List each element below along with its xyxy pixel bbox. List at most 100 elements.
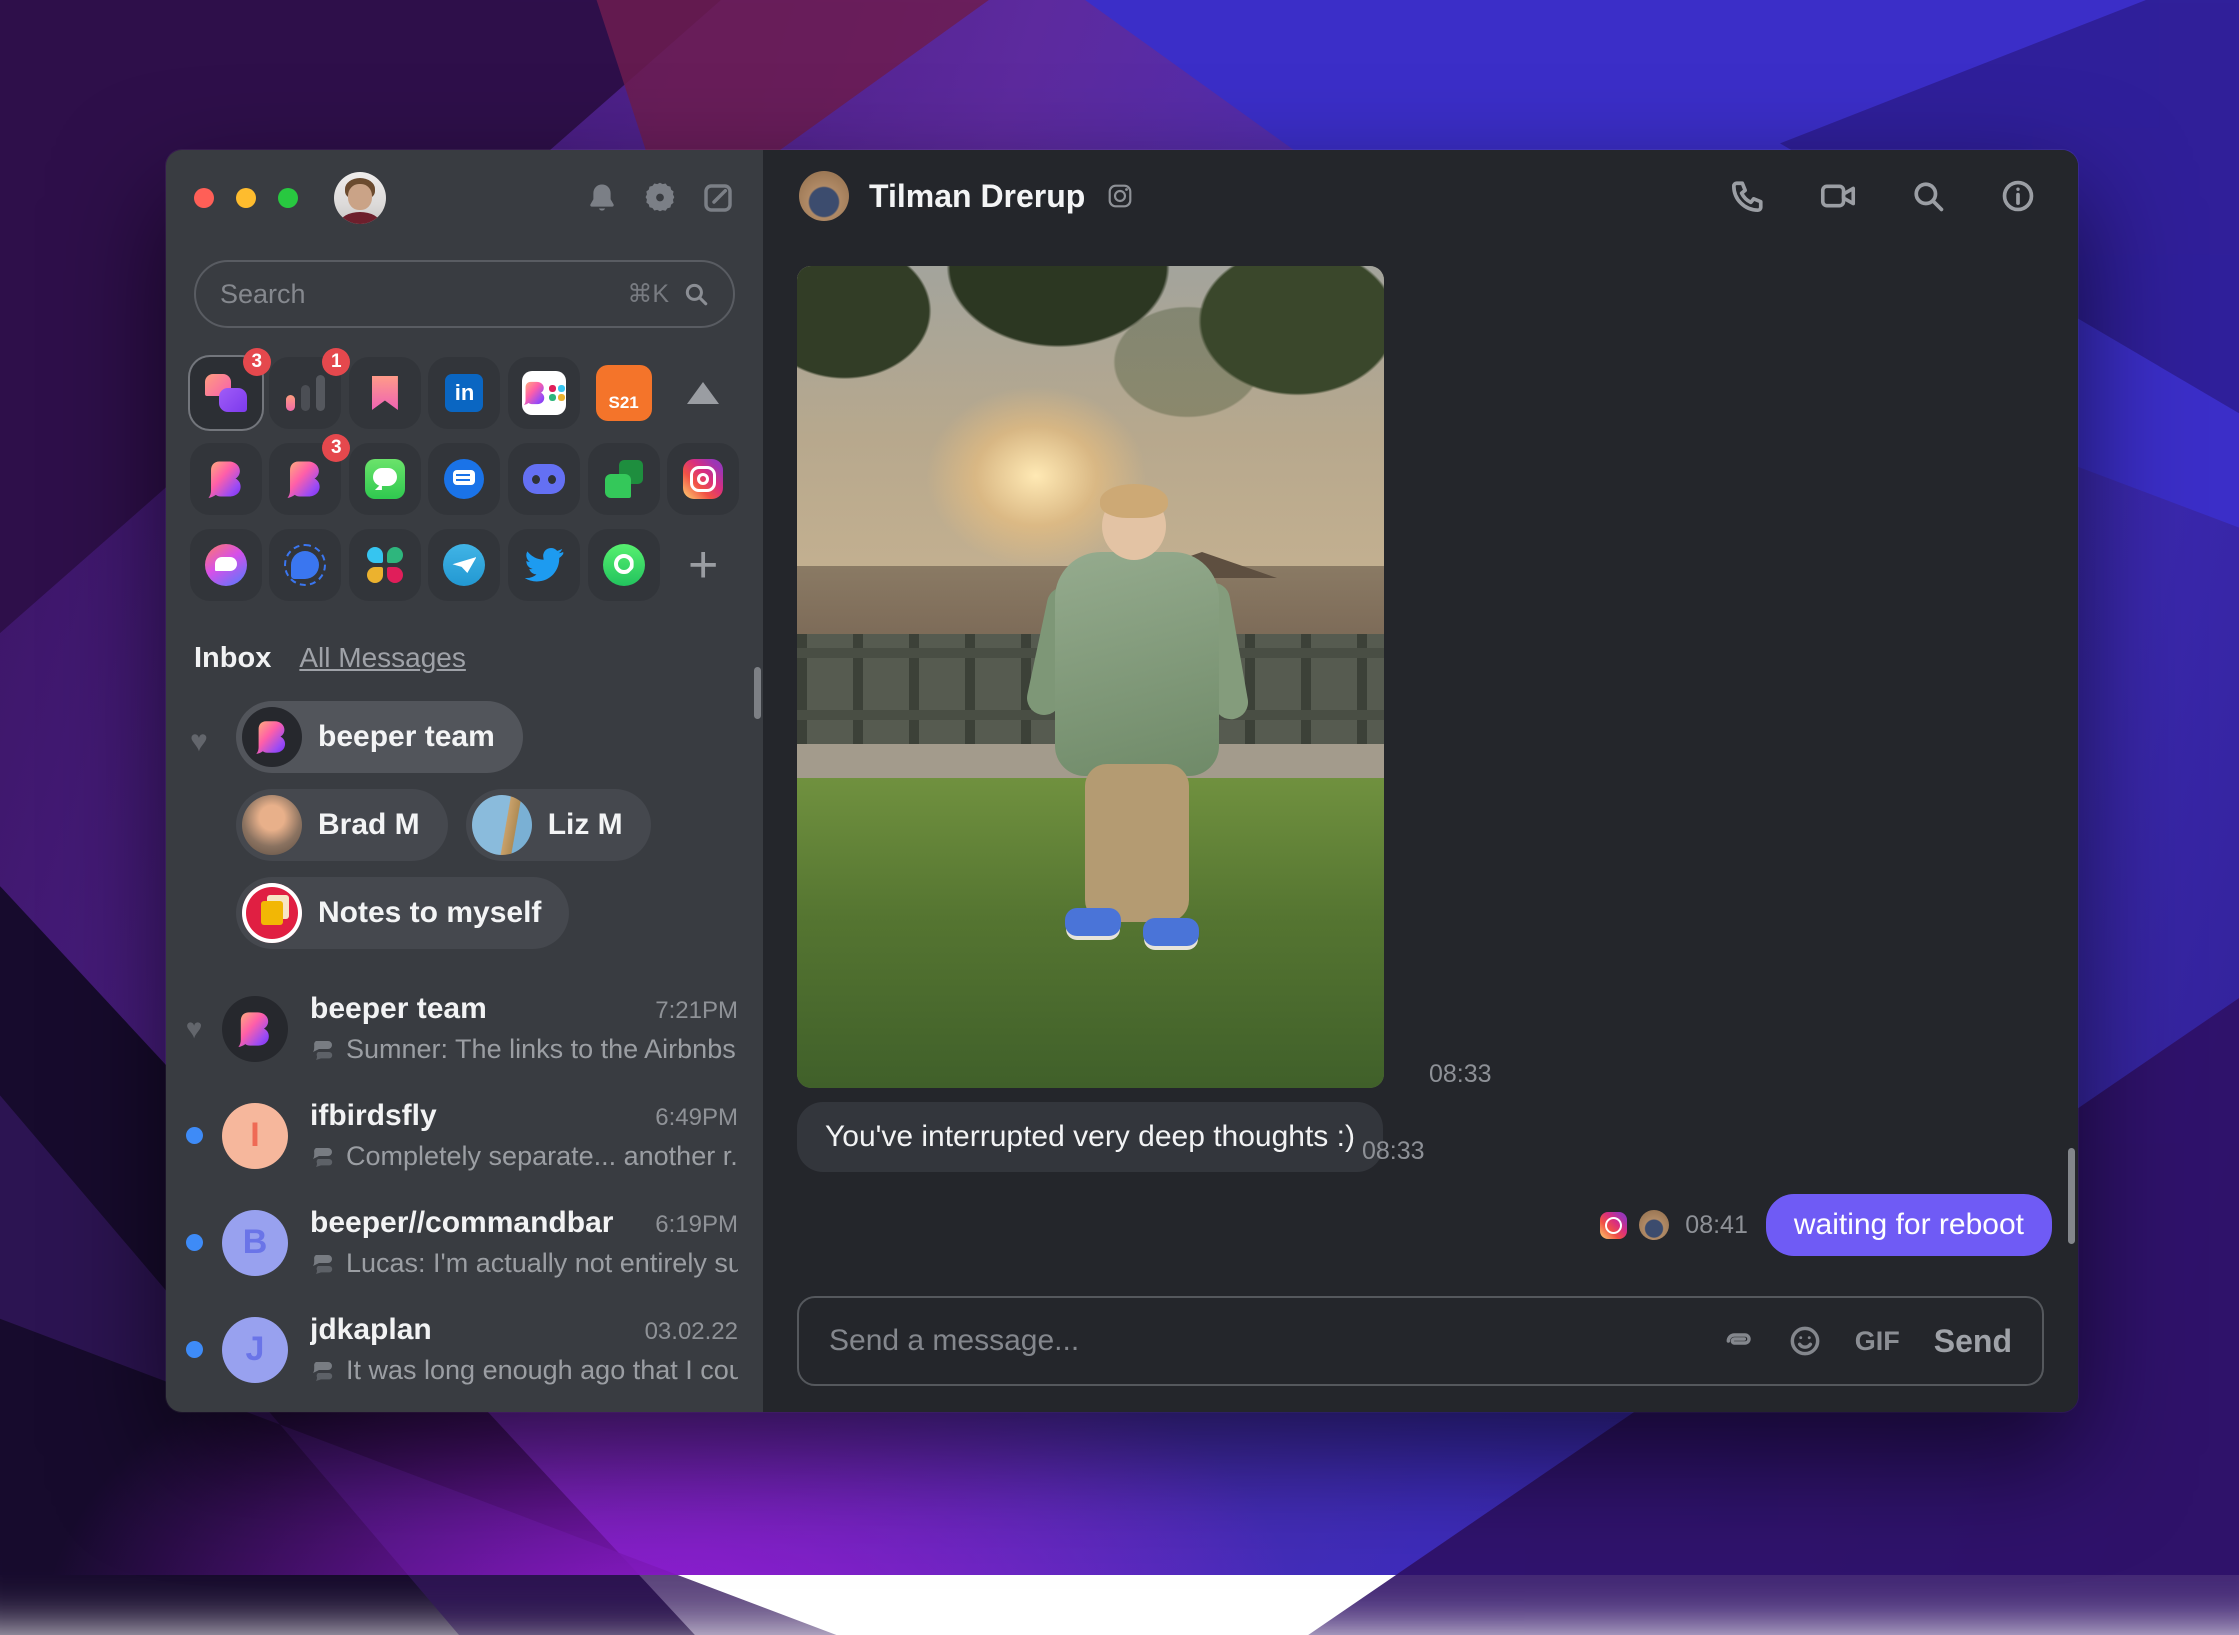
unread-badge: 3 — [322, 434, 350, 462]
avatar-initial: I — [250, 1116, 259, 1155]
all-messages-link[interactable]: All Messages — [299, 642, 466, 674]
network-tile-android-messages[interactable] — [428, 443, 500, 515]
chat-header-avatar[interactable] — [799, 171, 849, 221]
favorites-heart-icon: ♥ — [190, 725, 208, 759]
message-preview-icon — [310, 1254, 334, 1274]
search-shortcut: ⌘K — [627, 279, 669, 309]
network-tile-beeper-texts[interactable]: 3 — [190, 357, 262, 429]
profile-avatar[interactable] — [334, 172, 386, 224]
network-tile-beeper-2[interactable]: 3 — [269, 443, 341, 515]
sidebar: Search ⌘K 3 1 in — [166, 150, 763, 1412]
chat-name: beeper team — [310, 992, 643, 1026]
chat-info-button[interactable] — [1998, 176, 2038, 216]
outgoing-message-bubble[interactable]: waiting for reboot — [1766, 1194, 2052, 1256]
message-thread[interactable]: 08:33 You've interrupted very deep thoug… — [763, 242, 2078, 1288]
close-window-button[interactable] — [194, 188, 214, 208]
thread-scrollbar[interactable] — [2068, 1148, 2075, 1244]
network-tile-analytics[interactable]: 1 — [269, 357, 341, 429]
chat-avatar: J — [222, 1317, 288, 1383]
unread-dot — [186, 1341, 203, 1358]
beeper-icon — [207, 458, 245, 500]
message-composer[interactable]: Send a message... GIF Send — [797, 1296, 2044, 1386]
network-tile-beeper[interactable] — [190, 443, 262, 515]
read-receipt-avatar — [1639, 1210, 1669, 1240]
chat-panel: Tilman Drerup — [763, 150, 2078, 1412]
chat-row-beeper-commandbar[interactable]: B beeper//commandbar 6:19PM Lucas: I'm a… — [166, 1189, 763, 1296]
network-tile-discord[interactable] — [508, 443, 580, 515]
minimize-window-button[interactable] — [236, 188, 256, 208]
chat-name: ifbirdsfly — [310, 1099, 643, 1133]
compose-icon — [702, 182, 734, 214]
network-tile-beeper-spaces[interactable] — [508, 357, 580, 429]
linkedin-icon: in — [445, 374, 483, 412]
network-grid: 3 1 in S21 — [186, 350, 743, 608]
phone-icon — [1731, 179, 1765, 213]
network-tile-twitter[interactable] — [508, 529, 580, 601]
pinned-chip-liz-m[interactable]: Liz M — [466, 789, 651, 861]
search-in-chat-button[interactable] — [1908, 176, 1948, 216]
pinned-chip-brad-m[interactable]: Brad M — [236, 789, 448, 861]
settings-button[interactable] — [643, 181, 677, 215]
chat-preview: Completely separate... another r... — [346, 1141, 738, 1172]
zoom-window-button[interactable] — [278, 188, 298, 208]
network-tile-whatsapp[interactable] — [588, 529, 660, 601]
instagram-protocol-icon — [1107, 183, 1133, 209]
incoming-message-bubble[interactable]: You've interrupted very deep thoughts :) — [797, 1102, 1383, 1172]
network-tile-google-chat[interactable] — [588, 443, 660, 515]
network-tile-s21[interactable]: S21 — [588, 357, 660, 429]
message-preview-icon — [310, 1147, 334, 1167]
network-tile-imessage[interactable] — [349, 443, 421, 515]
pinned-chip-notes-to-myself[interactable]: Notes to myself — [236, 877, 569, 949]
discord-icon — [523, 464, 565, 494]
chat-row-beeper-team[interactable]: ♥ beeper team 7:21PM Sumner: The links t… — [166, 975, 763, 1082]
photo-art — [1055, 552, 1219, 776]
android-messages-icon — [444, 459, 484, 499]
attach-icon[interactable] — [1723, 1325, 1755, 1357]
titlebar-actions — [585, 181, 735, 215]
liz-m-avatar — [472, 795, 532, 855]
gif-button[interactable]: GIF — [1855, 1326, 1900, 1357]
new-chat-button[interactable] — [701, 181, 735, 215]
network-tile-telegram[interactable] — [428, 529, 500, 601]
pinned-chip-label: Notes to myself — [318, 896, 541, 930]
inbox-label: Inbox — [194, 642, 271, 675]
voice-call-button[interactable] — [1728, 176, 1768, 216]
google-chat-icon — [605, 460, 643, 498]
network-tile-bookmarks[interactable] — [349, 357, 421, 429]
network-tile-messenger[interactable] — [190, 529, 262, 601]
message-timestamp: 08:41 — [1685, 1211, 1748, 1240]
network-tile-linkedin[interactable]: in — [428, 357, 500, 429]
unread-badge: 1 — [322, 348, 350, 376]
chat-row-jdkaplan[interactable]: J jdkaplan 03.02.22 It was long enough a… — [166, 1296, 763, 1403]
network-tile-signal[interactable] — [269, 529, 341, 601]
avatar-art — [348, 184, 372, 210]
chat-row-ifbirdsfly[interactable]: I ifbirdsfly 6:49PM Completely separate.… — [166, 1082, 763, 1189]
search-input[interactable]: Search ⌘K — [194, 260, 735, 328]
analytics-icon — [286, 375, 325, 411]
chat-preview: Sumner: The links to the Airbnbs ... — [346, 1034, 738, 1065]
photo-message[interactable] — [797, 266, 1384, 1088]
chat-time: 6:49PM — [655, 1104, 738, 1132]
pinned-chip-beeper-team[interactable]: beeper team — [236, 701, 523, 773]
emoji-icon[interactable] — [1789, 1325, 1821, 1357]
network-tile-slack[interactable] — [349, 529, 421, 601]
search-icon — [1911, 179, 1945, 213]
slack-icon — [367, 547, 403, 583]
photo-art — [1143, 918, 1199, 946]
favorite-heart-icon: ♥ — [186, 1013, 203, 1045]
photo-art — [1100, 484, 1168, 518]
instagram-read-icon — [1600, 1212, 1627, 1239]
chat-row-beeper-commits[interactable]: beeper commits 8:17PM Beeper: Beeper And… — [166, 1403, 763, 1412]
chat-avatar: I — [222, 1103, 288, 1169]
imessage-icon — [365, 459, 405, 499]
avatar-initial: B — [243, 1223, 268, 1262]
send-button[interactable]: Send — [1934, 1323, 2012, 1360]
video-call-button[interactable] — [1818, 176, 1858, 216]
collapse-grid-button[interactable] — [667, 357, 739, 429]
sidebar-scrollbar[interactable] — [754, 667, 761, 719]
photo-art — [1085, 764, 1189, 922]
s21-icon: S21 — [596, 365, 652, 421]
add-network-button[interactable]: + — [667, 529, 739, 601]
notifications-button[interactable] — [585, 181, 619, 215]
network-tile-instagram[interactable] — [667, 443, 739, 515]
